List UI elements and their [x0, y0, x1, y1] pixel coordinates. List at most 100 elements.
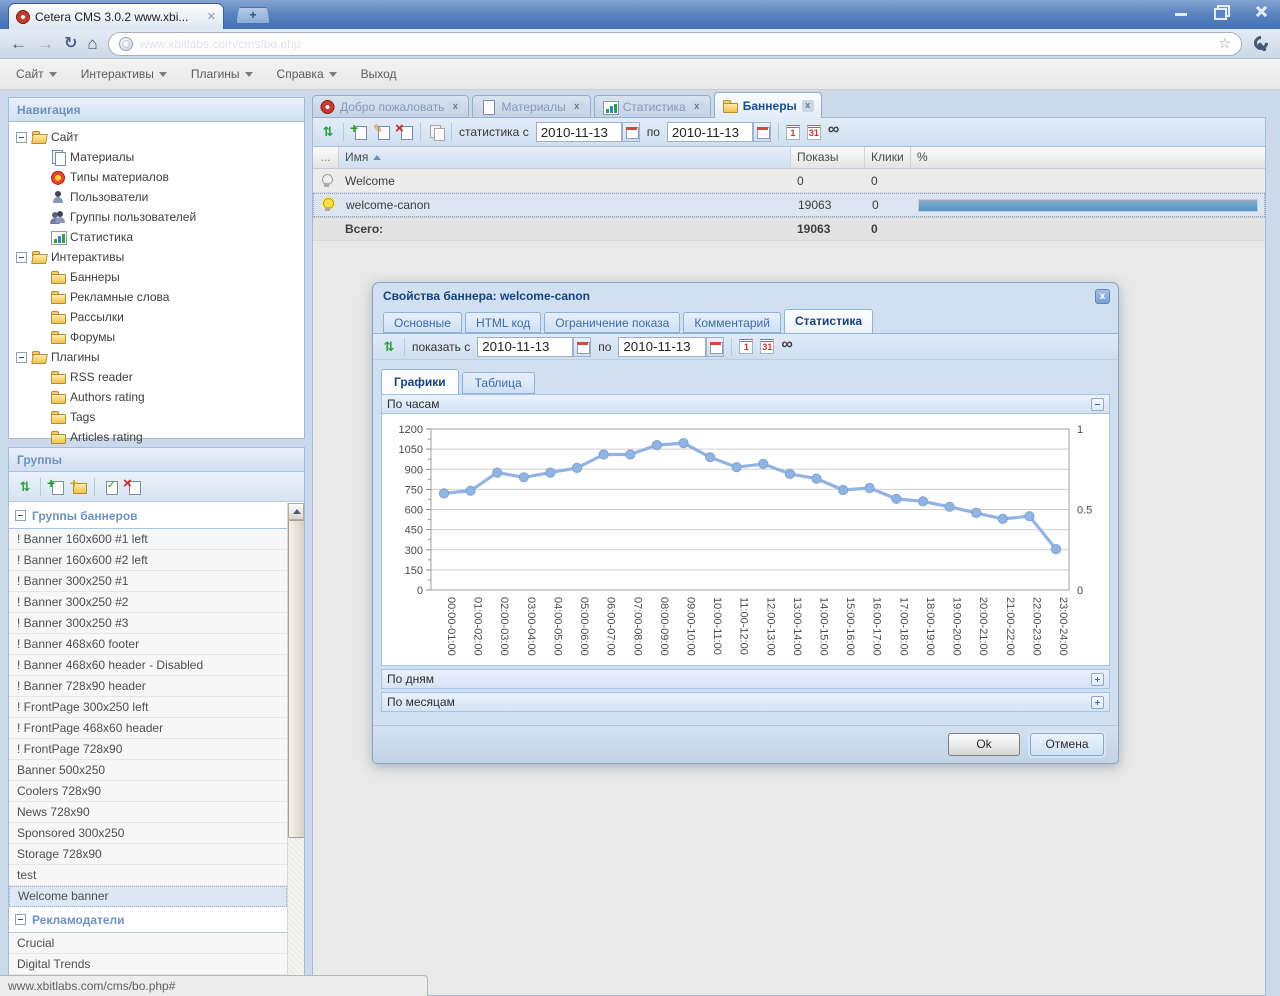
menu-item[interactable]: Плагины [191, 67, 253, 81]
tab-Баннеры[interactable]: Баннерыx [714, 92, 822, 118]
delete-banner-icon[interactable] [397, 124, 413, 140]
date-to-input[interactable] [667, 122, 753, 142]
list-item[interactable]: ! Banner 468x60 header - Disabled [9, 655, 287, 676]
new-tab-button[interactable]: + [236, 7, 270, 24]
tree-leaf[interactable]: Пользователи [9, 187, 304, 207]
scrollbar-thumb[interactable] [288, 520, 305, 838]
tab-close-icon[interactable]: x [571, 101, 583, 113]
expand-icon[interactable] [1091, 673, 1104, 686]
tree-leaf[interactable]: Authors rating [9, 387, 304, 407]
tree-leaf[interactable]: Форумы [9, 327, 304, 347]
calendar-icon[interactable] [622, 122, 640, 142]
dialog-tab[interactable]: Основные [383, 312, 462, 333]
list-item[interactable]: Coolers 728x90 [9, 781, 287, 802]
tab-close-icon[interactable]: x [691, 101, 703, 113]
group-section-header[interactable]: Рекламодатели [9, 907, 287, 933]
tree-leaf[interactable]: Articles rating [9, 427, 304, 447]
groups-scrollbar[interactable] [287, 503, 304, 995]
list-item[interactable]: ! Banner 300x250 #3 [9, 613, 287, 634]
tab-close-icon[interactable]: x [449, 101, 461, 113]
day-range-icon[interactable]: 1 [739, 339, 753, 354]
column-header-clicks[interactable]: Клики [865, 147, 911, 168]
list-item[interactable]: ! Banner 160x600 #1 left [9, 529, 287, 550]
checklist-icon[interactable] [102, 479, 118, 495]
list-item[interactable]: Crucial [9, 933, 287, 954]
tree-node[interactable]: Сайт [9, 127, 304, 147]
tab-close-icon[interactable]: ✕ [207, 10, 216, 23]
calendar-icon[interactable] [706, 337, 724, 357]
dialog-date-to-input[interactable] [618, 337, 706, 357]
menu-item[interactable]: Справка [277, 67, 337, 81]
calendar-icon[interactable] [753, 122, 771, 142]
column-header-dots[interactable]: ... [313, 147, 339, 168]
tree-leaf[interactable]: Рекламные слова [9, 287, 304, 307]
list-item[interactable]: ! Banner 160x600 #2 left [9, 550, 287, 571]
copy-icon[interactable] [428, 124, 444, 140]
close-icon[interactable] [1248, 3, 1274, 19]
tab-Статистика[interactable]: Статистикаx [594, 95, 711, 118]
add-folder-icon[interactable] [71, 479, 87, 495]
list-item[interactable]: Digital Trends [9, 954, 287, 975]
list-item[interactable]: Banner 500x250 [9, 760, 287, 781]
column-header-name[interactable]: Имя [339, 147, 791, 168]
column-header-percent[interactable]: % [911, 147, 1265, 168]
list-item[interactable]: ! FrontPage 300x250 left [9, 697, 287, 718]
dialog-tab[interactable]: Ограничение показа [544, 312, 680, 333]
month-range-icon[interactable]: 31 [760, 339, 774, 354]
tree-leaf[interactable]: Баннеры [9, 267, 304, 287]
menu-item[interactable]: Выход [361, 67, 397, 81]
ok-button[interactable]: Ok [948, 733, 1020, 756]
menu-item[interactable]: Интерактивы [81, 67, 167, 81]
list-item[interactable]: ! Banner 468x60 footer [9, 634, 287, 655]
list-item[interactable]: ! Banner 300x250 #2 [9, 592, 287, 613]
list-item[interactable]: Welcome banner [9, 886, 287, 907]
dialog-close-icon[interactable]: x [1095, 289, 1110, 304]
infinity-range-icon[interactable] [828, 124, 844, 140]
cancel-button[interactable]: Отмена [1030, 733, 1104, 756]
charts-subtab[interactable]: Графики [381, 369, 459, 394]
list-item[interactable]: Sponsored 300x250 [9, 823, 287, 844]
table-row[interactable]: Welcome 0 0 [313, 169, 1265, 193]
expand-icon[interactable] [1091, 696, 1104, 709]
refresh-icon[interactable]: ⇅ [320, 124, 336, 140]
refresh-icon[interactable]: ⇅ [17, 479, 33, 495]
tree-node[interactable]: Плагины [9, 347, 304, 367]
bookmark-star-icon[interactable]: ☆ [1218, 35, 1231, 52]
collapse-icon[interactable] [1091, 398, 1104, 411]
restore-icon[interactable] [1208, 3, 1234, 19]
calendar-icon[interactable] [573, 337, 591, 357]
tree-leaf[interactable]: Tags [9, 407, 304, 427]
forward-icon[interactable]: → [37, 35, 54, 52]
browser-tab[interactable]: Cetera CMS 3.0.2 www.xbi... ✕ [8, 3, 224, 29]
address-url[interactable]: www.xbitlabs.com/cms/bo.php [140, 37, 1212, 51]
dialog-date-from-input[interactable] [477, 337, 573, 357]
panel-monthly-header[interactable]: По месяцам [381, 692, 1110, 712]
list-item[interactable]: ! Banner 300x250 #1 [9, 571, 287, 592]
list-item[interactable]: Storage 728x90 [9, 844, 287, 865]
tab-Добро пожаловать[interactable]: Добро пожаловатьx [312, 95, 469, 118]
tree-leaf[interactable]: Рассылки [9, 307, 304, 327]
panel-daily-header[interactable]: По дням [381, 669, 1110, 689]
list-item[interactable]: ! FrontPage 728x90 [9, 739, 287, 760]
tree-leaf[interactable]: Группы пользователей [9, 207, 304, 227]
list-item[interactable]: ! FrontPage 468x60 header [9, 718, 287, 739]
tree-leaf[interactable]: Типы материалов [9, 167, 304, 187]
back-icon[interactable]: ← [10, 35, 27, 52]
home-icon[interactable]: ⌂ [87, 35, 97, 52]
tree-leaf[interactable]: RSS reader [9, 367, 304, 387]
group-section-header[interactable]: Группы баннеров [9, 503, 287, 529]
tree-node[interactable]: Интерактивы [9, 247, 304, 267]
minimize-icon[interactable] [1168, 3, 1194, 19]
delete-icon[interactable] [125, 479, 141, 495]
refresh-icon[interactable]: ⇅ [381, 339, 397, 355]
infinity-range-icon[interactable] [781, 339, 797, 355]
tab-close-icon[interactable]: x [802, 100, 814, 112]
tree-leaf[interactable]: Статистика [9, 227, 304, 247]
add-item-icon[interactable] [48, 479, 64, 495]
wrench-menu-icon[interactable] [1252, 35, 1270, 53]
tree-leaf[interactable]: Материалы [9, 147, 304, 167]
list-item[interactable]: test [9, 865, 287, 886]
menu-item[interactable]: Сайт [16, 67, 57, 81]
add-banner-icon[interactable] [351, 124, 367, 140]
charts-subtab[interactable]: Таблица [462, 372, 535, 394]
